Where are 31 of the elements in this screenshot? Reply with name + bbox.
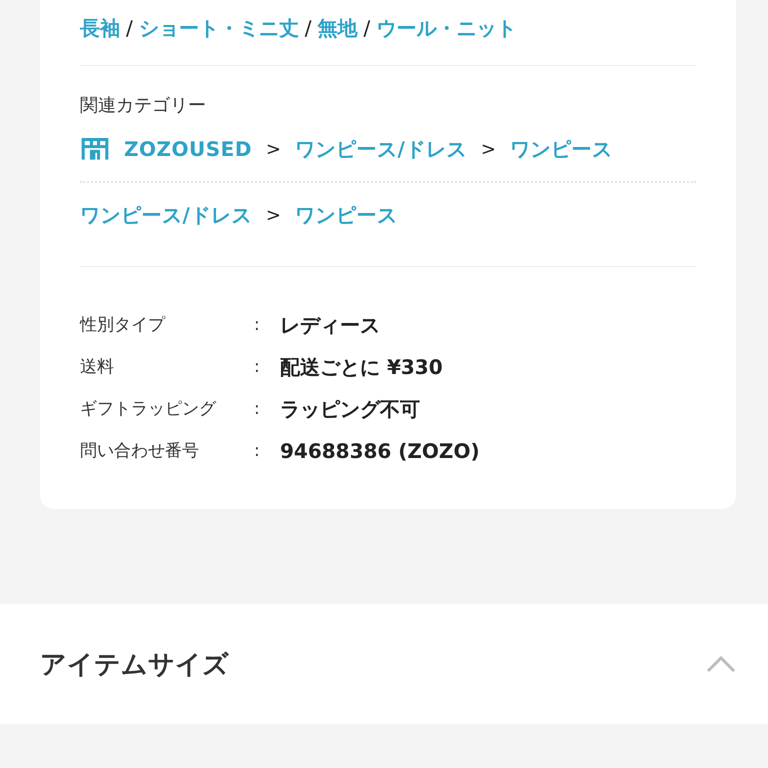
tag-link[interactable]: 無地: [318, 14, 358, 42]
section-title: アイテムサイズ: [40, 648, 229, 682]
spec-label: 送料: [80, 356, 115, 379]
spec-value: ラッピング不可: [280, 396, 421, 422]
category-link[interactable]: ワンピース: [510, 136, 612, 162]
spec-value: レディース: [280, 312, 381, 338]
spec-colon: :: [254, 315, 261, 335]
tag-link[interactable]: ショート・ミニ丈: [138, 14, 299, 42]
spec-label: 性別タイプ: [80, 314, 166, 337]
separator: /: [126, 16, 133, 40]
spec-label: 問い合わせ番号: [80, 440, 200, 463]
spec-colon: :: [254, 399, 261, 419]
shop-icon: [80, 136, 110, 162]
separator: /: [364, 16, 370, 40]
separator: >: [480, 138, 496, 160]
category-link[interactable]: ワンピース/ドレス: [80, 202, 252, 228]
section-label: 関連カテゴリー: [80, 94, 207, 117]
separator: /: [304, 16, 312, 40]
spec-colon: :: [254, 357, 261, 377]
separator: >: [266, 204, 281, 226]
tag-link[interactable]: 長袖: [80, 14, 120, 42]
spec-colon: :: [254, 441, 261, 461]
spec-value: 配送ごとに ¥330: [280, 354, 444, 380]
spec-label: ギフトラッピング: [80, 398, 218, 421]
category-link[interactable]: ワンピース/ドレス: [295, 136, 467, 162]
category-link[interactable]: ワンピース: [294, 202, 398, 228]
separator: >: [266, 138, 282, 160]
chevron-up-icon[interactable]: [706, 655, 736, 673]
category-link[interactable]: ZOZOUSED: [124, 137, 252, 161]
spec-value: 94688386 (ZOZO): [280, 439, 481, 463]
tag-link[interactable]: ウール・ニット: [376, 14, 516, 42]
